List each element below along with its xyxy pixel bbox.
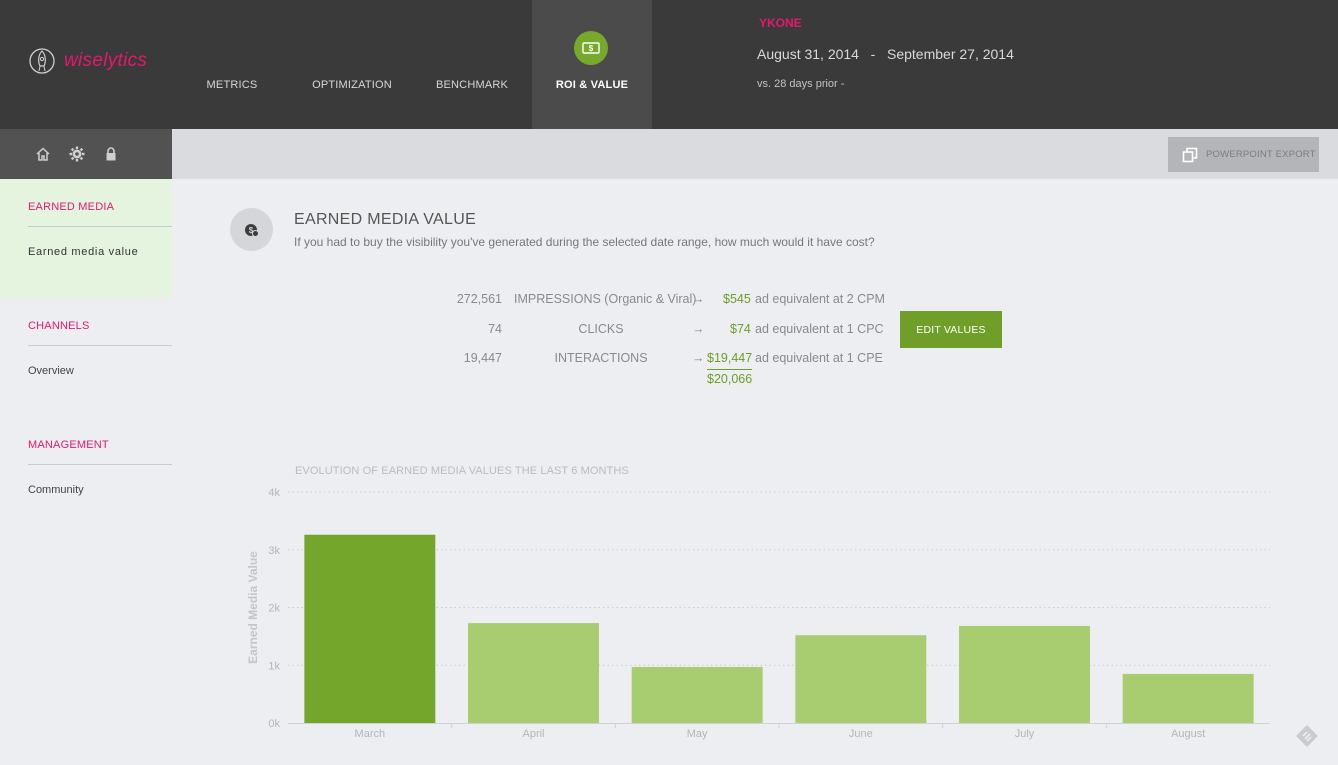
y-tick-label: 2k [268, 603, 280, 615]
page-subtitle: If you had to buy the visibility you've … [294, 235, 875, 249]
x-tick-label: April [522, 728, 544, 740]
gear-icon[interactable] [69, 146, 85, 162]
client-name[interactable]: YKONE [759, 16, 802, 30]
row-count: 74 [488, 322, 502, 336]
row-equivalent: ad equivalent at 1 CPC [755, 322, 884, 336]
feedback-icon[interactable] [1294, 723, 1320, 749]
chart-title: EVOLUTION OF EARNED MEDIA VALUES THE LAS… [295, 465, 629, 477]
y-axis-label: Earned Media Value [246, 551, 260, 664]
sidebar-section-earned-media [0, 179, 172, 298]
x-tick-label: July [1015, 728, 1035, 740]
dollar-bill-icon: $ [574, 31, 608, 65]
date-separator: - [870, 46, 876, 62]
bar-may [631, 666, 763, 723]
top-header: wiselytics METRICS OPTIMIZATION BENCHMAR… [0, 0, 1338, 129]
total-value: $20,066 [707, 372, 753, 386]
comparison-period[interactable]: vs. 28 days prior - [757, 78, 844, 90]
sidebar-item-community[interactable]: Community [28, 484, 84, 496]
nav-benchmark-label: BENCHMARK [435, 79, 509, 91]
row-count: 272,561 [456, 292, 502, 306]
bar-june [795, 635, 927, 723]
date-end: September 27, 2014 [887, 46, 1014, 62]
lock-icon[interactable] [103, 146, 119, 162]
bar-april [468, 623, 599, 723]
total-divider [707, 369, 752, 370]
bar-august [1122, 673, 1254, 723]
x-tick-label: March [355, 728, 386, 740]
arrow-icon: → [692, 322, 705, 336]
nav-benchmark[interactable]: BENCHMARK [412, 0, 532, 129]
sidebar-title-channels: CHANNELS [28, 320, 90, 332]
x-tick-label: August [1171, 728, 1205, 740]
row-value: $74 [730, 322, 751, 336]
sidebar-item-overview[interactable]: Overview [28, 365, 74, 377]
divider [28, 464, 172, 465]
y-tick-label: 3k [268, 545, 280, 557]
nav-optimization[interactable]: OPTIMIZATION [292, 0, 412, 129]
row-equivalent: ad equivalent at 2 CPM [755, 292, 885, 306]
bar-march [304, 534, 436, 723]
rocket-logo-icon [29, 48, 55, 74]
row-value: $19,447 [707, 351, 753, 365]
home-icon[interactable] [35, 146, 51, 162]
bar-july [959, 625, 1090, 723]
powerpoint-export-button[interactable]: POWERPOINT EXPORT [1168, 137, 1319, 172]
divider [28, 345, 172, 346]
x-tick-label: May [687, 728, 708, 740]
page-title: EARNED MEDIA VALUE [294, 211, 477, 228]
sidebar-item-earned-media-value[interactable]: Earned media value [28, 246, 138, 258]
svg-text:$: $ [589, 44, 594, 53]
nav-metrics-label: METRICS [206, 79, 258, 91]
toolbar: POWERPOINT EXPORT [172, 129, 1338, 179]
row-metric: INTERACTIONS [554, 351, 648, 365]
sidebar-title-management: MANAGEMENT [28, 439, 109, 451]
row-metric: CLICKS [578, 322, 624, 336]
date-start: August 31, 2014 [757, 46, 859, 62]
svg-text:$: $ [248, 226, 253, 235]
sidebar-title-earned-media: EARNED MEDIA [28, 201, 115, 213]
row-equivalent: ad equivalent at 1 CPE [755, 351, 883, 365]
nav-optimization-label: OPTIMIZATION [312, 79, 392, 91]
y-tick-label: 4k [268, 487, 280, 499]
edit-values-button[interactable]: EDIT VALUES [900, 311, 1002, 348]
x-tick-label: June [849, 728, 873, 740]
powerpoint-export-label: POWERPOINT EXPORT [1206, 149, 1316, 160]
money-bag-icon: $ [230, 208, 273, 251]
logo[interactable]: wiselytics [28, 44, 147, 78]
arrow-icon: → [692, 351, 705, 365]
y-tick-label: 1k [268, 660, 280, 672]
arrow-icon: → [692, 292, 705, 306]
nav-roi-value[interactable]: $ ROI & VALUE [532, 0, 652, 129]
brand-name: wiselytics [64, 50, 148, 71]
date-range[interactable]: August 31, 2014 - September 27, 2014 [757, 46, 1014, 62]
copy-icon [1182, 147, 1198, 162]
nav-roi-value-label: ROI & VALUE [555, 79, 629, 91]
earned-media-chart: 0k 1k 2k 3k 4k Earned Media Value March April Ma… [246, 487, 1270, 740]
nav-metrics[interactable]: METRICS [172, 0, 292, 129]
divider [28, 226, 172, 227]
icon-bar [0, 129, 172, 179]
row-metric: IMPRESSIONS (Organic & Viral) [514, 292, 697, 306]
row-count: 19,447 [463, 351, 502, 365]
row-value: $545 [723, 292, 751, 306]
sidebar: EARNED MEDIA Earned media value CHANNELS… [0, 179, 172, 765]
y-tick-label: 0k [268, 718, 280, 730]
